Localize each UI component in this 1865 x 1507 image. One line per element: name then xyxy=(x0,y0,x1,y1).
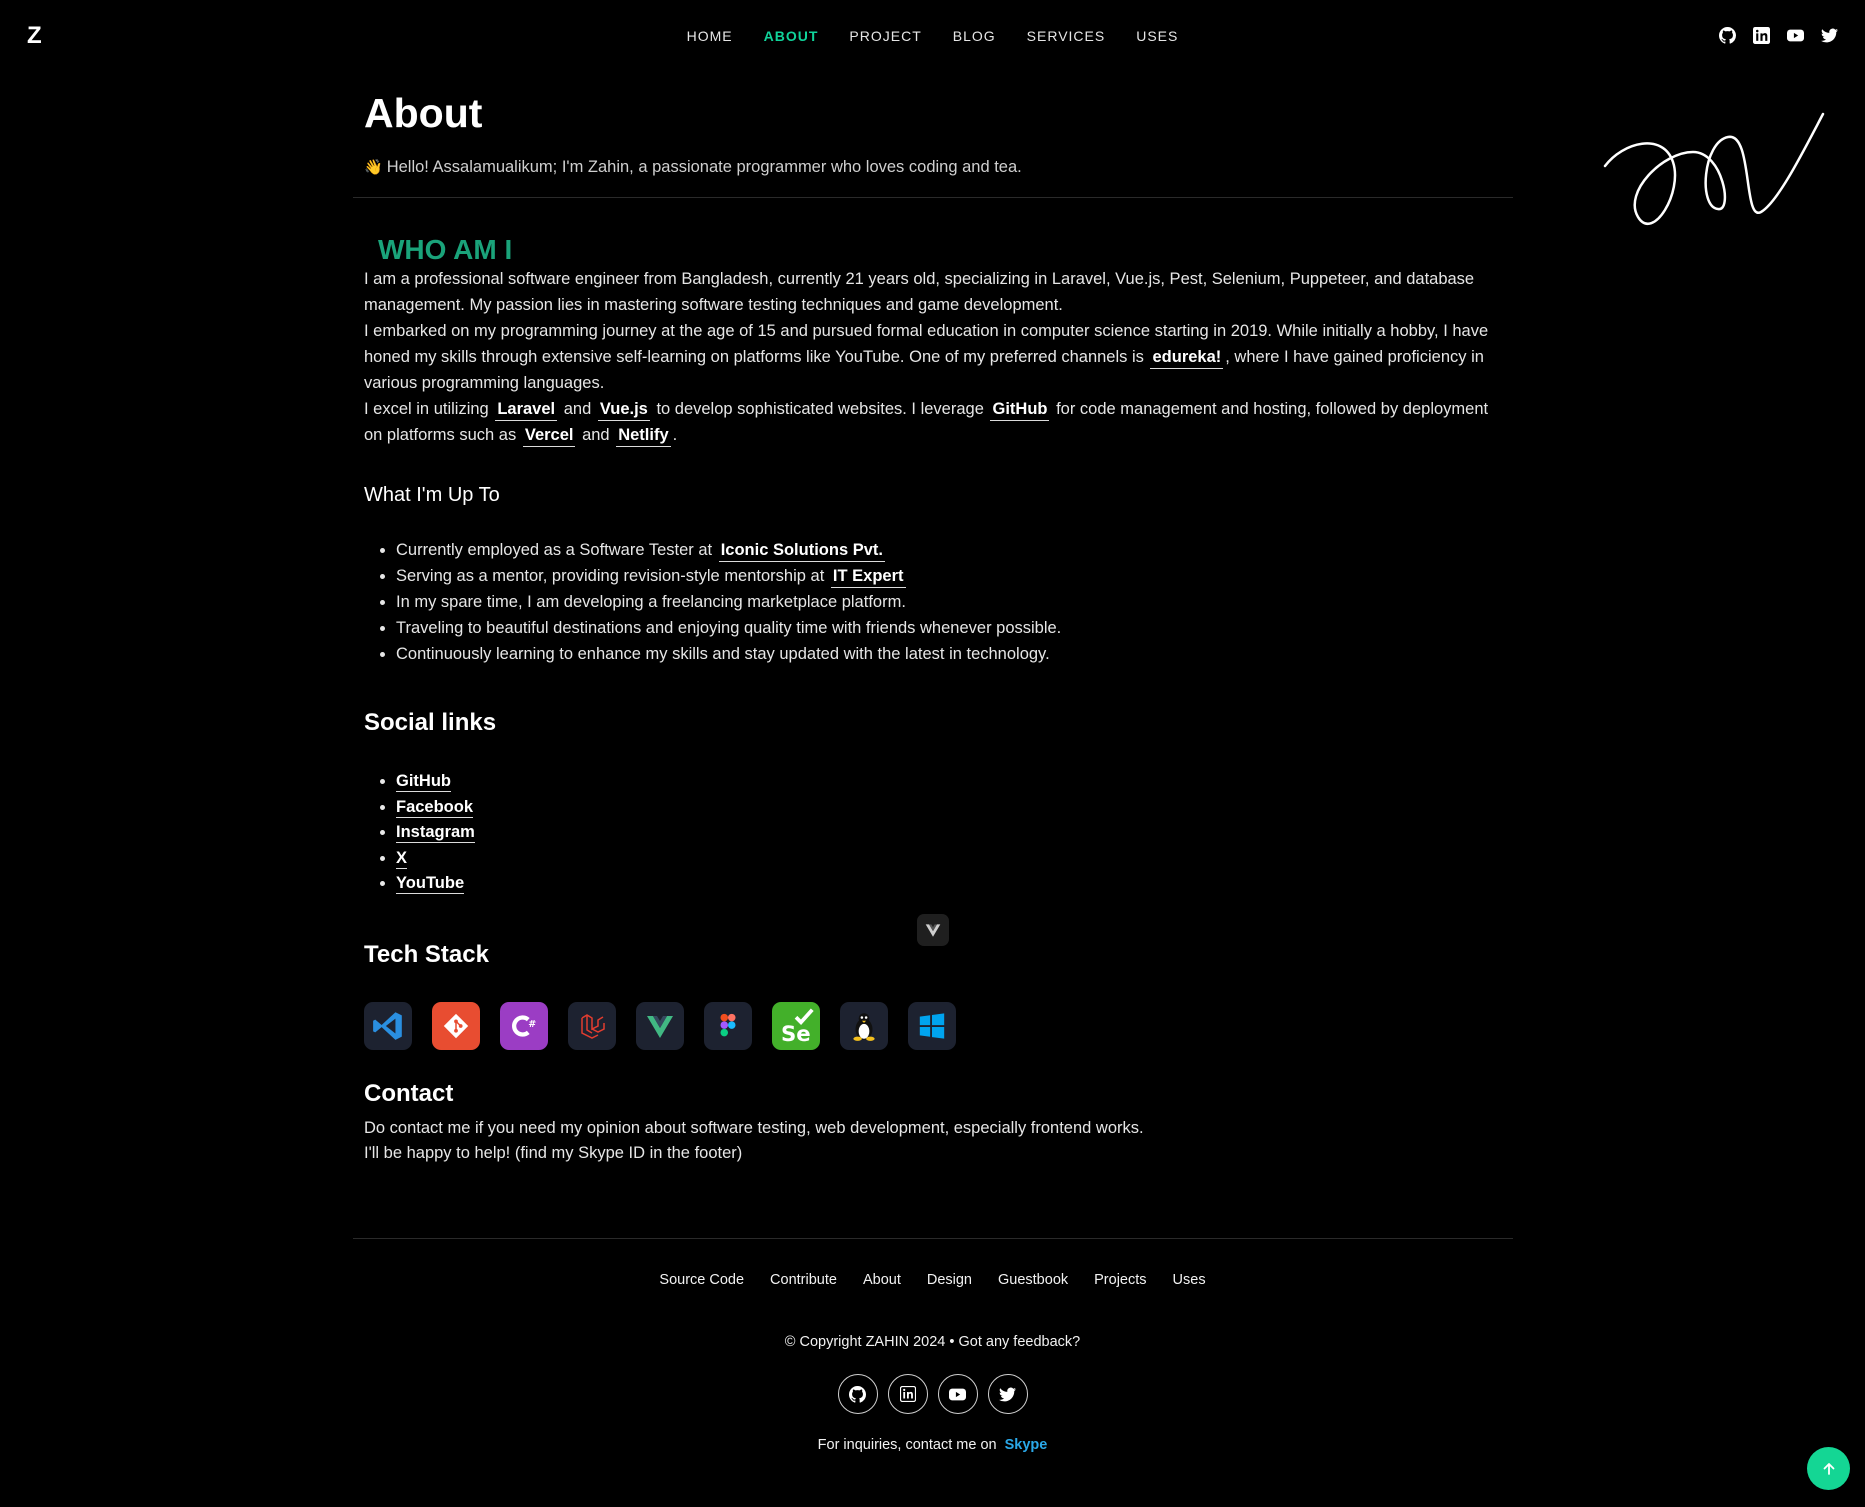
list-item: Serving as a mentor, providing revision-… xyxy=(396,563,1502,589)
laravel-icon xyxy=(568,1001,616,1050)
bio-paragraph-1: I am a professional software engineer fr… xyxy=(364,270,1475,314)
github-link[interactable]: GitHub xyxy=(990,400,1050,421)
list-item: X xyxy=(396,846,1502,872)
twitter-icon[interactable] xyxy=(987,1374,1028,1414)
wave-emoji: 👋 xyxy=(364,159,383,176)
header-social-links xyxy=(1719,27,1838,44)
footer-contribute-link[interactable]: Contribute xyxy=(770,1272,837,1288)
footer-about-link[interactable]: About xyxy=(863,1272,901,1288)
page-title: About xyxy=(364,90,483,136)
figma-icon xyxy=(704,1001,752,1050)
netlify-link[interactable]: Netlify xyxy=(616,426,671,447)
footer-guestbook-link[interactable]: Guestbook xyxy=(998,1272,1068,1288)
svg-text:#: # xyxy=(528,1019,536,1030)
vscode-icon xyxy=(364,1001,412,1050)
svg-text:Se: Se xyxy=(781,1022,811,1046)
footer-social-links xyxy=(0,1374,1865,1414)
it-expert-link[interactable]: IT Expert xyxy=(830,567,906,588)
youtube-icon[interactable] xyxy=(937,1374,978,1414)
up-to-heading: What I'm Up To xyxy=(364,484,500,506)
bio-paragraph-3: I excel in utilizing Laravel and Vue.js … xyxy=(364,396,1502,448)
footer-design-link[interactable]: Design xyxy=(927,1272,972,1288)
inquiry-text: For inquiries, contact me on Skype xyxy=(817,1437,1048,1453)
csharp-icon: # xyxy=(500,1001,548,1050)
footer-uses-link[interactable]: Uses xyxy=(1173,1272,1206,1288)
social-facebook-link[interactable]: Facebook xyxy=(396,797,474,818)
list-item: Continuously learning to enhance my skil… xyxy=(396,641,1502,667)
github-icon[interactable] xyxy=(837,1374,878,1414)
selenium-icon: Se xyxy=(772,1001,820,1050)
nav-project[interactable]: PROJECT xyxy=(849,28,921,44)
twitter-icon[interactable] xyxy=(1821,27,1838,44)
scroll-to-top-button[interactable] xyxy=(1807,1447,1850,1490)
list-item: YouTube xyxy=(396,871,1502,897)
linkedin-icon[interactable] xyxy=(887,1374,928,1414)
who-am-i-heading: WHO AM I xyxy=(378,234,513,265)
vue-devtools-icon[interactable] xyxy=(917,914,949,946)
bio-paragraph-2: I embarked on my programming journey at … xyxy=(364,322,1489,392)
social-links-heading: Social links xyxy=(364,709,497,736)
footer-divider xyxy=(353,1238,1513,1239)
vue-icon xyxy=(636,1001,684,1050)
tech-stack-icons: # Se xyxy=(364,1001,1502,1050)
vuejs-link[interactable]: Vue.js xyxy=(597,400,650,421)
list-item: Currently employed as a Software Tester … xyxy=(396,537,1502,563)
social-x-link[interactable]: X xyxy=(396,848,408,869)
footer-projects-link[interactable]: Projects xyxy=(1094,1272,1146,1288)
vercel-link[interactable]: Vercel xyxy=(522,426,576,447)
footer-source-code-link[interactable]: Source Code xyxy=(659,1272,744,1288)
social-github-link[interactable]: GitHub xyxy=(396,772,451,792)
list-item: Traveling to beautiful destinations and … xyxy=(396,615,1502,641)
social-links-list: GitHub Facebook Instagram X YouTube xyxy=(364,769,1502,897)
list-item: Facebook xyxy=(396,795,1502,821)
arrow-up-icon xyxy=(1823,1462,1834,1475)
windows-icon xyxy=(908,1001,956,1050)
copyright-text: © Copyright ZAHIN 2024 • Got any feedbac… xyxy=(784,1334,1081,1350)
skype-link[interactable]: Skype xyxy=(1005,1437,1048,1453)
github-icon[interactable] xyxy=(1719,27,1736,44)
list-item: In my spare time, I am developing a free… xyxy=(396,589,1502,615)
signature-drawing xyxy=(1603,112,1825,225)
nav-blog[interactable]: BLOG xyxy=(953,28,996,44)
nav-services[interactable]: SERVICES xyxy=(1027,28,1106,44)
list-item: GitHub xyxy=(396,769,1502,795)
main-nav: HOME ABOUT PROJECT BLOG SERVICES USES xyxy=(0,28,1865,44)
main-content: About 👋 Hello! Assalamualikum; I'm Zahin,… xyxy=(353,88,1513,1167)
nav-about[interactable]: ABOUT xyxy=(764,28,819,44)
list-item: Instagram xyxy=(396,820,1502,846)
up-to-list: Currently employed as a Software Tester … xyxy=(364,537,1502,667)
linux-icon xyxy=(840,1001,888,1050)
contact-text: Do contact me if you need my opinion abo… xyxy=(364,1118,1144,1163)
footer-nav: Source Code Contribute About Design Gues… xyxy=(0,1272,1865,1288)
contact-heading: Contact xyxy=(364,1079,454,1107)
iconic-solutions-link[interactable]: Iconic Solutions Pvt. xyxy=(718,541,885,562)
intro-text: 👋 Hello! Assalamualikum; I'm Zahin, a pas… xyxy=(364,158,1022,176)
divider xyxy=(353,197,1513,198)
youtube-icon[interactable] xyxy=(1787,27,1804,44)
linkedin-icon[interactable] xyxy=(1753,27,1770,44)
social-youtube-link[interactable]: YouTube xyxy=(396,874,465,894)
nav-uses[interactable]: USES xyxy=(1136,28,1178,44)
laravel-link[interactable]: Laravel xyxy=(495,400,558,421)
git-icon xyxy=(432,1001,480,1050)
edureka-link[interactable]: edureka! xyxy=(1150,348,1224,369)
social-instagram-link[interactable]: Instagram xyxy=(396,823,475,843)
nav-home[interactable]: HOME xyxy=(687,28,733,44)
